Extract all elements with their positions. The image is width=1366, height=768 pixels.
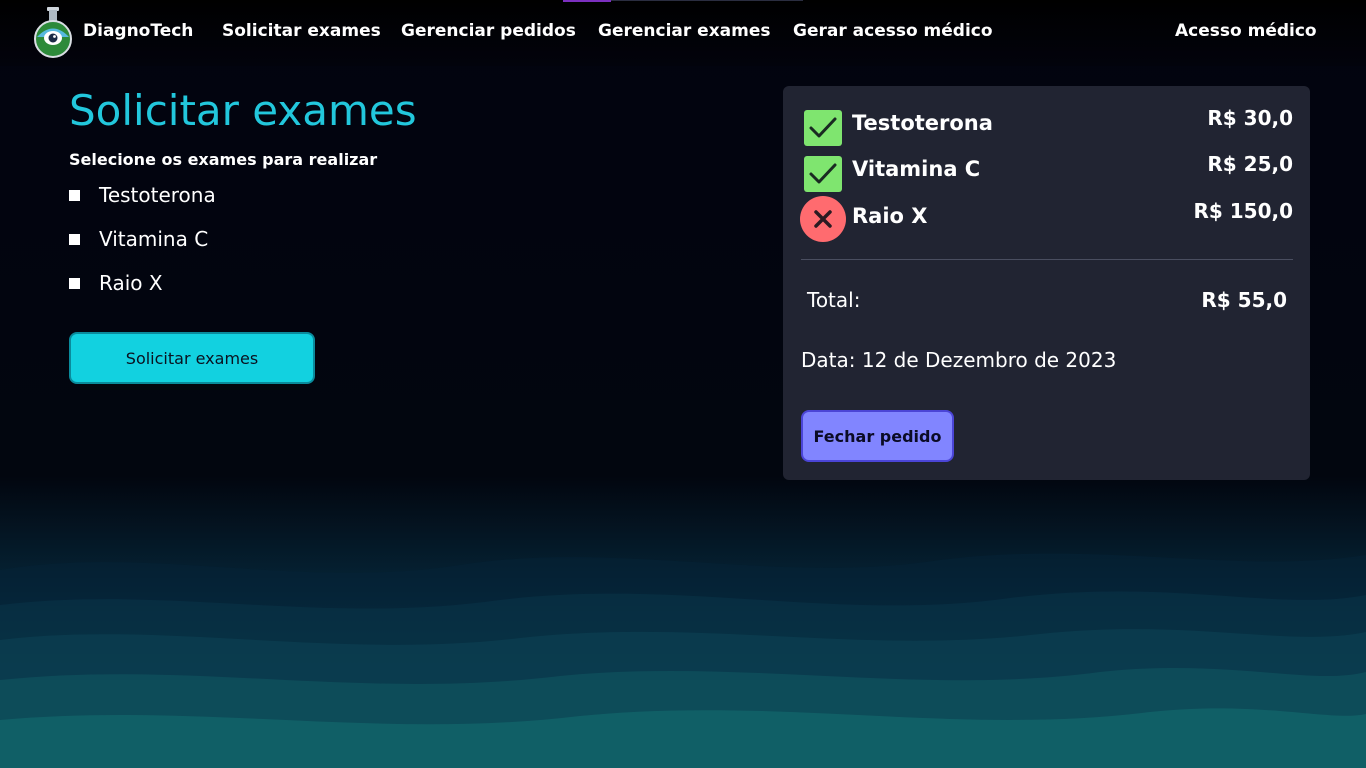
exam-option-label: Testoterona xyxy=(99,183,216,207)
total-label: Total: xyxy=(807,288,861,312)
flask-eye-logo-icon[interactable] xyxy=(33,6,73,58)
summary-item-price: R$ 30,0 xyxy=(1207,106,1293,130)
nav-gerar-acesso-medico[interactable]: Gerar acesso médico xyxy=(793,21,993,41)
summary-item-name: Vitamina C xyxy=(852,157,981,181)
summary-item-price: R$ 25,0 xyxy=(1207,152,1293,176)
check-icon xyxy=(804,156,842,192)
brand-name[interactable]: DiagnoTech xyxy=(83,21,193,41)
solicitar-exames-button[interactable]: Solicitar exames xyxy=(69,332,315,384)
checkbox[interactable] xyxy=(69,277,80,289)
nav-solicitar-exames[interactable]: Solicitar exames xyxy=(222,21,381,41)
order-summary-panel: Testoterona R$ 30,0 Vitamina C R$ 25,0 R… xyxy=(783,86,1310,480)
order-date: Data: 12 de Dezembro de 2023 xyxy=(801,348,1117,372)
top-navbar: DiagnoTech Solicitar exames Gerenciar pe… xyxy=(0,0,1366,66)
nav-acesso-medico[interactable]: Acesso médico xyxy=(1175,21,1317,41)
page-title: Solicitar exames xyxy=(69,86,417,135)
checkbox[interactable] xyxy=(69,233,80,245)
fechar-pedido-button[interactable]: Fechar pedido xyxy=(801,410,954,462)
checkbox[interactable] xyxy=(69,189,80,201)
summary-item-price: R$ 150,0 xyxy=(1193,199,1293,223)
summary-item-name: Raio X xyxy=(852,204,928,228)
nav-indicator xyxy=(563,0,803,2)
exam-option-label: Vitamina C xyxy=(99,227,209,251)
exam-option-label: Raio X xyxy=(99,271,163,295)
check-icon xyxy=(804,110,842,146)
cross-icon xyxy=(800,196,846,242)
exam-option-raio-x[interactable]: Raio X xyxy=(69,271,163,295)
nav-gerenciar-pedidos[interactable]: Gerenciar pedidos xyxy=(401,21,576,41)
summary-divider xyxy=(801,259,1293,260)
total-value: R$ 55,0 xyxy=(1201,288,1287,312)
exam-option-vitamina-c[interactable]: Vitamina C xyxy=(69,227,208,251)
summary-item-name: Testoterona xyxy=(852,111,993,135)
page-subtitle: Selecione os exames para realizar xyxy=(69,150,378,169)
nav-gerenciar-exames[interactable]: Gerenciar exames xyxy=(598,21,771,41)
exam-option-testoterona[interactable]: Testoterona xyxy=(69,183,216,207)
